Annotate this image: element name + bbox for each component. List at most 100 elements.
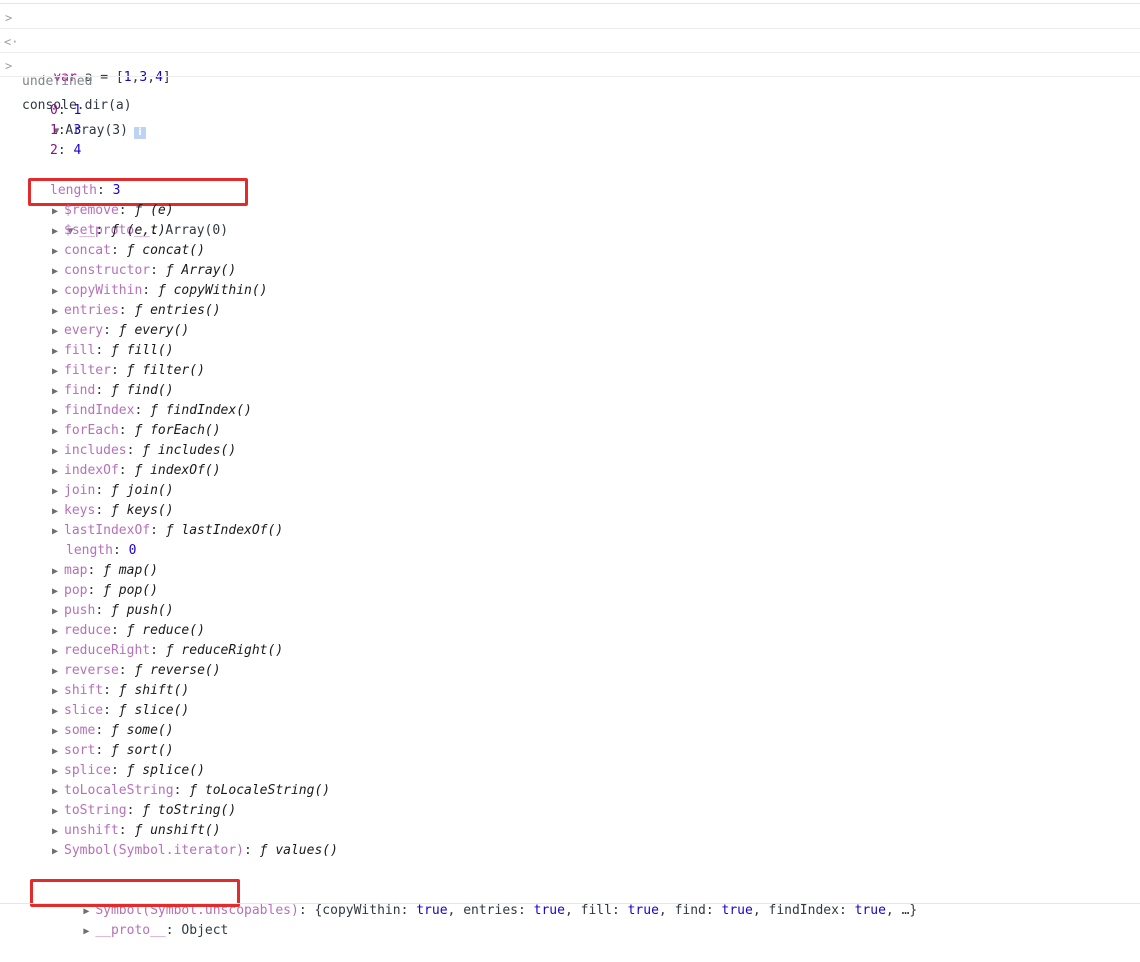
property-key: Symbol(Symbol.iterator) (64, 843, 245, 858)
console-input-line[interactable]: > console.dir(a) (0, 56, 1140, 113)
prototype-method-row[interactable]: ▶ fill: ƒ fill() (0, 341, 1140, 361)
prototype-method-row[interactable]: ▶ copyWithin: ƒ copyWithin() (0, 281, 1140, 301)
property-value: ƒ shift() (118, 683, 190, 698)
prototype-method-row[interactable]: ▶ unshift: ƒ unshift() (0, 821, 1140, 841)
prototype-method-row[interactable]: ▶ reverse: ƒ reverse() (0, 661, 1140, 681)
prototype-method-row[interactable]: ▶ findIndex: ƒ findIndex() (0, 401, 1140, 421)
collapsed-triangle-icon[interactable]: ▶ (52, 722, 64, 742)
property-value: ƒ every() (118, 323, 190, 338)
property-key: copyWithin (64, 283, 143, 298)
collapsed-triangle-icon[interactable]: ▶ (52, 502, 64, 522)
prototype-method-row[interactable]: ▶ find: ƒ find() (0, 381, 1140, 401)
prototype-method-row[interactable]: ▶ every: ƒ every() (0, 321, 1140, 341)
collapsed-triangle-icon[interactable]: ▶ (52, 442, 64, 462)
punctuation: : (134, 403, 151, 418)
collapsed-triangle-icon[interactable]: ▶ (52, 302, 64, 322)
prototype-method-row[interactable]: ▶ entries: ƒ entries() (0, 301, 1140, 321)
collapsed-triangle-icon[interactable]: ▶ (52, 782, 64, 802)
collapsed-triangle-icon[interactable]: ▶ (52, 262, 64, 282)
collapsed-triangle-icon[interactable]: ▶ (52, 802, 64, 822)
prototype-method-row[interactable]: ▶ map: ƒ map() (0, 561, 1140, 581)
unscopable-value: true (416, 903, 448, 918)
property-key: 0 (50, 103, 58, 118)
prototype-method-row[interactable]: ▶ constructor: ƒ Array() (0, 261, 1140, 281)
prototype-method-row[interactable]: ▶ indexOf: ƒ indexOf() (0, 461, 1140, 481)
collapsed-triangle-icon[interactable]: ▶ (52, 762, 64, 782)
console-input-line[interactable]: > var a = [1,3,4] (0, 8, 1140, 85)
collapsed-triangle-icon[interactable]: ▶ (52, 382, 64, 402)
collapsed-triangle-icon[interactable]: ▶ (52, 582, 64, 602)
unscopables-row[interactable]: ▶ Symbol(Symbol.unscopables): {copyWithin… (0, 861, 1140, 918)
property-value: ƒ join() (110, 483, 174, 498)
collapsed-triangle-icon[interactable]: ▶ (52, 322, 64, 342)
collapsed-triangle-icon[interactable]: ▶ (52, 342, 64, 362)
prototype-method-row[interactable]: ▶ filter: ƒ filter() (0, 361, 1140, 381)
punctuation: : (87, 583, 104, 598)
property-value: ƒ toLocaleString() (189, 783, 331, 798)
prototype-method-row[interactable]: ▶ sort: ƒ sort() (0, 741, 1140, 761)
prototype-method-row[interactable]: ▶ toLocaleString: ƒ toLocaleString() (0, 781, 1140, 801)
prototype-method-row[interactable]: ▶ pop: ƒ pop() (0, 581, 1140, 601)
collapsed-triangle-icon[interactable]: ▶ (52, 842, 64, 862)
property-value: ƒ includes() (142, 443, 237, 458)
prototype-method-row[interactable]: ▶ $remove: ƒ (e) (0, 201, 1140, 221)
collapsed-triangle-icon[interactable]: ▶ (52, 462, 64, 482)
prototype-method-row[interactable]: ▶ push: ƒ push() (0, 601, 1140, 621)
punctuation: : (87, 563, 104, 578)
collapsed-triangle-icon[interactable]: ▶ (52, 482, 64, 502)
property-value: 3 (73, 123, 82, 138)
punctuation: : (126, 443, 143, 458)
collapsed-triangle-icon[interactable]: ▶ (52, 402, 64, 422)
array-tree-header[interactable]: ▼ Array(3) i (0, 81, 1140, 139)
prototype-method-row[interactable]: ▶ splice: ƒ splice() (0, 761, 1140, 781)
punctuation: : (57, 123, 74, 138)
prototype-method-row[interactable]: ▶ join: ƒ join() (0, 481, 1140, 501)
punctuation: : (142, 283, 158, 298)
collapsed-triangle-icon[interactable]: ▶ (83, 922, 95, 942)
collapsed-triangle-icon[interactable]: ▶ (52, 242, 64, 262)
punctuation: : (95, 383, 111, 398)
collapsed-triangle-icon[interactable]: ▶ (52, 282, 64, 302)
collapsed-triangle-icon[interactable]: ▶ (52, 562, 64, 582)
prototype-method-row[interactable]: ▶ toString: ƒ toString() (0, 801, 1140, 821)
collapsed-triangle-icon[interactable]: ▶ (52, 662, 64, 682)
prototype-method-row[interactable]: ▶ reduce: ƒ reduce() (0, 621, 1140, 641)
prototype-method-row[interactable]: ▶ concat: ƒ concat() (0, 241, 1140, 261)
prototype-method-row[interactable]: ▶ includes: ƒ includes() (0, 441, 1140, 461)
punctuation: : (244, 843, 260, 858)
unscopables-pairs: copyWithin: true, entries: true, fill: t… (322, 903, 901, 918)
collapsed-triangle-icon[interactable]: ▶ (52, 622, 64, 642)
collapsed-triangle-icon[interactable]: ▶ (52, 642, 64, 662)
collapsed-triangle-icon[interactable]: ▶ (52, 822, 64, 842)
prototype-method-row[interactable]: ▶ forEach: ƒ forEach() (0, 421, 1140, 441)
property-key: toLocaleString (64, 783, 174, 798)
property-key: indexOf (64, 463, 119, 478)
punctuation: : (705, 903, 722, 918)
collapsed-triangle-icon[interactable]: ▶ (52, 362, 64, 382)
prototype-method-row[interactable]: ▶ some: ƒ some() (0, 721, 1140, 741)
punctuation: : (95, 223, 111, 238)
collapsed-triangle-icon[interactable]: ▶ (52, 422, 64, 442)
property-value: ƒ filter() (126, 363, 205, 378)
collapsed-triangle-icon[interactable]: ▶ (52, 702, 64, 722)
collapsed-triangle-icon[interactable]: ▶ (52, 522, 64, 542)
punctuation: : (110, 243, 127, 258)
punctuation: : (838, 903, 855, 918)
property-key: push (64, 603, 96, 618)
prototype-method-row[interactable]: ▶ lastIndexOf: ƒ lastIndexOf() (0, 521, 1140, 541)
prototype-method-row[interactable]: ▶ reduceRight: ƒ reduceRight() (0, 641, 1140, 661)
prototype-method-row[interactable]: ▶ slice: ƒ slice() (0, 701, 1140, 721)
collapsed-triangle-icon[interactable]: ▶ (52, 202, 64, 222)
punctuation: : (118, 823, 135, 838)
collapsed-triangle-icon[interactable]: ▶ (52, 602, 64, 622)
prototype-method-row[interactable]: ▶ shift: ƒ shift() (0, 681, 1140, 701)
property-value: 4 (73, 143, 82, 158)
prototype-method-row[interactable]: ▶ Symbol(Symbol.iterator): ƒ values() (0, 841, 1140, 861)
prototype-method-row[interactable]: ▶ $set: ƒ (e,t) (0, 221, 1140, 241)
collapsed-triangle-icon[interactable]: ▶ (52, 682, 64, 702)
punctuation: : (518, 903, 534, 918)
property-key: filter (64, 363, 111, 378)
prototype-method-row[interactable]: ▶ keys: ƒ keys() (0, 501, 1140, 521)
collapsed-triangle-icon[interactable]: ▶ (52, 222, 64, 242)
collapsed-triangle-icon[interactable]: ▶ (52, 742, 64, 762)
